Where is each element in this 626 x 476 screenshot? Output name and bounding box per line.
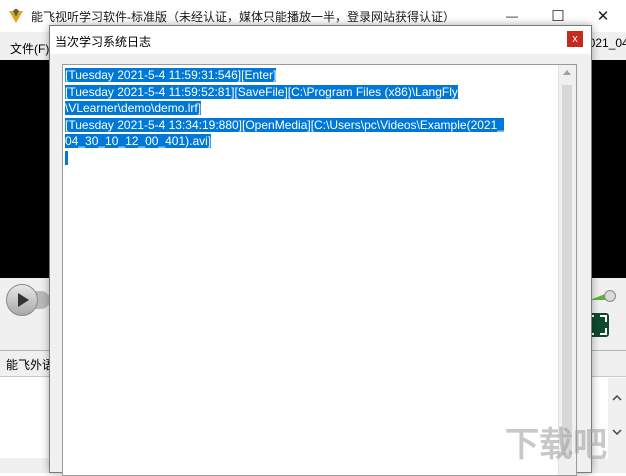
log-line: [Tuesday 2021-5-4 11:59:52:81][SaveFile]…	[65, 84, 458, 99]
log-text: [Tuesday 2021-5-4 11:59:31:546][Enter] […	[65, 67, 555, 166]
dialog-close-button[interactable]: x	[567, 31, 583, 47]
watermark-logo: 下载吧	[505, 425, 607, 465]
scroll-up-icon[interactable]	[563, 70, 571, 75]
log-line: \VLearner\demo\demo.lrf]	[65, 101, 202, 115]
menu-file[interactable]: 文件(F)	[10, 40, 49, 57]
log-line: 04_30_10_12_00_401).avi]	[65, 134, 212, 148]
play-button[interactable]	[6, 284, 38, 316]
log-line: [Tuesday 2021-5-4 11:59:31:546][Enter]	[65, 68, 277, 82]
log-line: [Tuesday 2021-5-4 13:34:19:880][OpenMedi…	[65, 117, 504, 132]
text-cursor	[65, 150, 69, 165]
log-dialog: 当次学习系统日志 x [Tuesday 2021-5-4 11:59:31:54…	[49, 25, 592, 476]
log-scrollbar[interactable]	[558, 65, 576, 475]
log-text-box[interactable]: [Tuesday 2021-5-4 11:59:31:546][Enter] […	[62, 64, 577, 476]
volume-slider-icon[interactable]	[590, 290, 616, 302]
scroll-thumb[interactable]	[562, 85, 572, 455]
tab-foreign-language[interactable]: 能飞外语	[6, 356, 54, 373]
svg-text:下载吧: 下载吧	[505, 425, 607, 465]
dialog-title-bar: 当次学习系统日志 x	[50, 26, 591, 54]
app-logo-icon	[9, 8, 23, 23]
dialog-title: 当次学习系统日志	[55, 35, 152, 49]
window-title: 能飞视听学习软件-标准版（未经认证，媒体只能播放一半，登录网站获得认证）	[31, 10, 455, 24]
